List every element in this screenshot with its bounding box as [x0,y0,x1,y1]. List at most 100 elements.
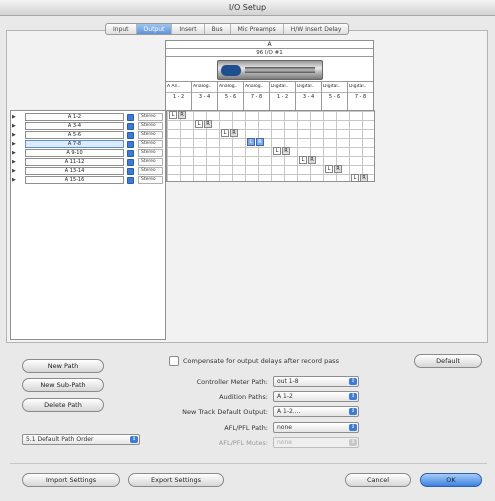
updown-arrow-icon: ↕ [349,393,357,400]
assignment-left[interactable]: L [169,111,177,119]
disclosure-triangle-icon[interactable]: ▶ [12,168,16,174]
path-format[interactable]: Stereo [138,131,163,139]
new-sub-path-button[interactable]: New Sub-Path [22,378,104,392]
path-active-checkbox[interactable] [127,141,134,148]
path-name[interactable]: A 3-4 [25,122,124,130]
channel-number: 3 - 4 [296,92,321,101]
updown-arrow-icon: ↕ [349,439,357,446]
path-row[interactable]: ▶ A 13-14 Stereo [11,167,167,176]
compensate-label: Compensate for output delays after recor… [183,357,339,365]
disclosure-triangle-icon[interactable]: ▶ [12,177,16,183]
device-image [217,60,323,80]
path-format[interactable]: Stereo [138,176,163,184]
channel-name: Digital.. [297,84,315,89]
tab-bar: Input Output Insert Bus Mic Preamps H/W … [105,23,350,35]
path-row[interactable]: ▶ A 11-12 Stereo [11,158,167,167]
updown-arrow-icon: ↕ [349,424,357,431]
disclosure-triangle-icon[interactable]: ▶ [12,114,16,120]
channel-name: Digital.. [271,84,289,89]
path-row[interactable]: ▶ A 3-4 Stereo [11,122,167,131]
default-button[interactable]: Default [414,354,482,368]
tab-insert[interactable]: Insert [172,24,205,34]
assignment-right[interactable]: R [360,174,368,182]
assignment-left[interactable]: L [351,174,359,182]
afl-pfl-path-select[interactable]: none ↕ [273,422,359,433]
path-format[interactable]: Stereo [138,122,163,130]
updown-arrow-icon: ↕ [349,378,357,385]
disclosure-triangle-icon[interactable]: ▶ [12,123,16,129]
path-active-checkbox[interactable] [127,132,134,139]
disclosure-triangle-icon[interactable]: ▶ [12,141,16,147]
disclosure-triangle-icon[interactable]: ▶ [12,159,16,165]
tab-bus[interactable]: Bus [205,24,231,34]
path-active-checkbox[interactable] [127,150,134,157]
tab-input[interactable]: Input [106,24,137,34]
compensate-checkbox[interactable] [169,356,179,366]
delete-path-button[interactable]: Delete Path [22,398,104,412]
afl-pfl-mutes-select: none ↕ [273,437,359,448]
tab-hw-insert-delay[interactable]: H/W Insert Delay [284,24,349,34]
path-format[interactable]: Stereo [138,167,163,175]
assignment-right[interactable]: R [256,138,264,146]
assignment-right[interactable]: R [178,111,186,119]
export-settings-button[interactable]: Export Settings [128,473,224,487]
assignment-right[interactable]: R [308,156,316,164]
path-list: ▶ A 1-2 Stereo ▶ A 3-4 Stereo ▶ A 5-6 St… [10,110,166,340]
assignment-right[interactable]: R [204,120,212,128]
tab-mic-preamps[interactable]: Mic Preamps [231,24,284,34]
assignment-left[interactable]: L [273,147,281,155]
path-active-checkbox[interactable] [127,159,134,166]
assignment-left[interactable]: L [247,138,255,146]
disclosure-triangle-icon[interactable]: ▶ [12,150,16,156]
cancel-button[interactable]: Cancel [345,473,411,487]
assignment-right[interactable]: R [230,129,238,137]
assignment-right[interactable]: R [282,147,290,155]
controller-meter-path-select[interactable]: out 1-8 ↕ [273,376,359,387]
import-settings-button[interactable]: Import Settings [22,473,120,487]
new-track-default-output-label: New Track Default Output: [182,408,268,416]
path-row[interactable]: ▶ A 7-8 Stereo [11,140,167,149]
select-value: none [277,439,292,446]
grid-header: A 96 I/O #1 A An.. 1 - 2 Analog.. 3 - 4 An… [165,40,374,117]
channel-name: Analog.. [245,84,264,89]
path-active-checkbox[interactable] [127,177,134,184]
tab-output[interactable]: Output [136,24,173,34]
path-name[interactable]: A 5-6 [25,131,124,139]
path-order-select[interactable]: 5.1 Default Path Order ↕ [22,434,140,445]
assignment-left[interactable]: L [299,156,307,164]
channel-number: 5 - 6 [322,92,347,101]
path-active-checkbox[interactable] [127,168,134,175]
path-format[interactable]: Stereo [138,158,163,166]
path-row[interactable]: ▶ A 5-6 Stereo [11,131,167,140]
path-active-checkbox[interactable] [127,123,134,130]
path-name[interactable]: A 15-16 [25,176,124,184]
afl-pfl-mutes-label: AFL/PFL Mutes: [218,439,268,447]
disclosure-triangle-icon[interactable]: ▶ [12,132,16,138]
path-format[interactable]: Stereo [138,149,163,157]
ok-button[interactable]: OK [420,473,482,487]
new-track-default-output-select[interactable]: A 1-2.... ↕ [273,406,359,417]
assignment-left[interactable]: L [195,120,203,128]
assignment-left[interactable]: L [221,129,229,137]
device-label: 96 I/O #1 [166,49,373,57]
path-row[interactable]: ▶ A 9-10 Stereo [11,149,167,158]
path-name[interactable]: A 11-12 [25,158,124,166]
audition-paths-select[interactable]: A 1-2 ↕ [273,391,359,402]
path-format[interactable]: Stereo [138,113,163,121]
new-path-button[interactable]: New Path [22,359,104,373]
path-name[interactable]: A 13-14 [25,167,124,175]
device-front-panel [245,67,315,73]
routing-grid[interactable]: L R L R L R L R L R L R L R L R [166,110,375,182]
path-active-checkbox[interactable] [127,114,134,121]
path-name[interactable]: A 7-8 [25,140,124,148]
path-name[interactable]: A 1-2 [25,113,124,121]
path-format[interactable]: Stereo [138,140,163,148]
path-row[interactable]: ▶ A 1-2 Stereo [11,113,167,122]
assignment-right[interactable]: R [334,165,342,173]
path-name[interactable]: A 9-10 [25,149,124,157]
channel-name: Analog.. [193,84,212,89]
assignment-left[interactable]: L [325,165,333,173]
device-logo-icon [221,65,241,76]
path-row[interactable]: ▶ A 15-16 Stereo [11,176,167,185]
audition-paths-label: Audition Paths: [219,393,268,401]
